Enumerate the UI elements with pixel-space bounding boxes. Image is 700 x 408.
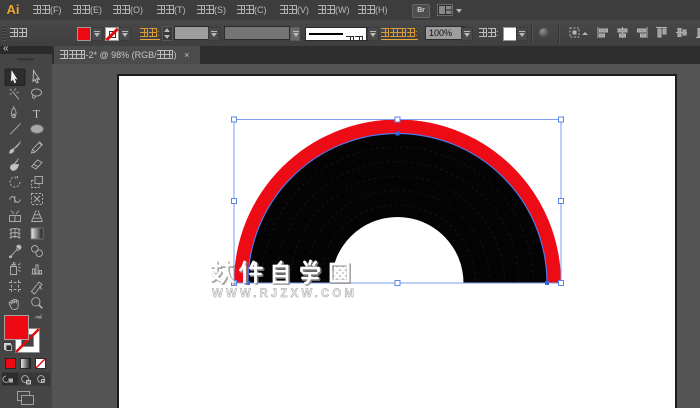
svg-text:T: T <box>33 109 40 121</box>
svg-text:WWW.RJZXW.COM: WWW.RJZXW.COM <box>212 288 357 300</box>
